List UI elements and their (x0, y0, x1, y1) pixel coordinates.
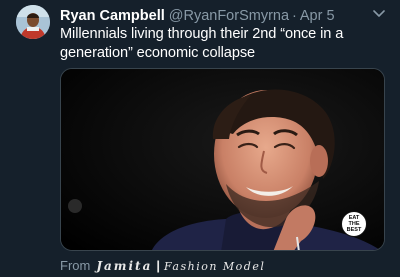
source-separator: | (156, 258, 161, 273)
avatar-photo-icon (16, 5, 50, 39)
media-indicator-dot (68, 199, 82, 213)
chevron-down-icon[interactable] (372, 8, 386, 20)
source-brand[interactable]: Fashion Model (164, 260, 265, 273)
tweet-media[interactable]: EAT THE BEST (60, 68, 385, 251)
user-handle[interactable]: @RyanForSmyrna (169, 8, 289, 24)
show-logo-sticker: EAT THE BEST (341, 211, 367, 237)
tweet[interactable]: Ryan Campbell @RyanForSmyrna · Apr 5 Millen… (0, 0, 400, 277)
tweet-date[interactable]: Apr 5 (300, 8, 335, 24)
avatar[interactable] (16, 5, 50, 39)
header-separator: · (292, 8, 297, 24)
display-name[interactable]: Ryan Campbell (60, 8, 165, 24)
source-prefix: From (60, 258, 91, 273)
tweet-text: Millennials living through their 2nd “on… (60, 26, 344, 61)
source-name[interactable]: Jamita (96, 259, 152, 273)
video-frame-image (61, 69, 384, 250)
media-source[interactable]: From Jamita | Fashion Model (60, 257, 265, 275)
tweet-header: Ryan Campbell @RyanForSmyrna · Apr 5 (60, 6, 368, 26)
